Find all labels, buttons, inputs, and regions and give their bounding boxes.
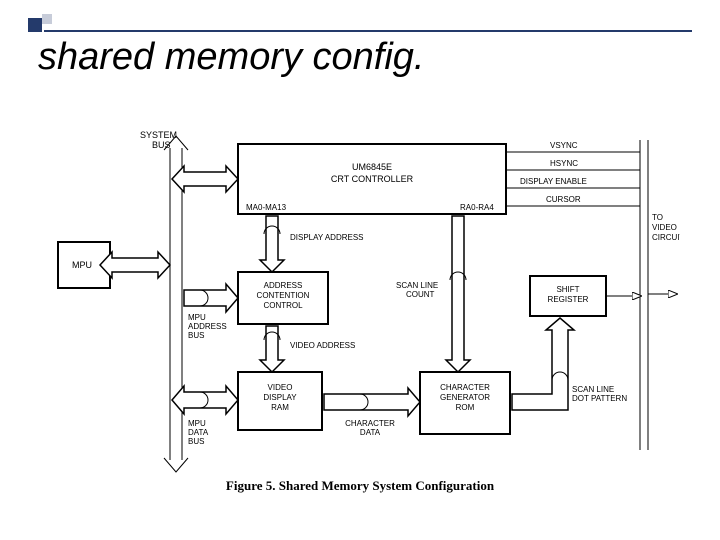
svg-text:SCAN LINECOUNT: SCAN LINECOUNT [396,281,438,299]
arrow-character-data: CHARACTERDATA [324,388,420,437]
crt-controller-block: UM6845E CRT CONTROLLER MA0-MA13 RA0-RA4 [238,144,506,214]
video-ram-block: VIDEODISPLAYRAM [238,372,322,430]
figure-caption: Figure 5. Shared Memory System Configura… [0,478,720,494]
shift-register-block: SHIFTREGISTER [530,276,606,316]
arrow-scan-line-count: SCAN LINECOUNT [396,216,470,372]
svg-text:SCAN LINEDOT PATTERN: SCAN LINEDOT PATTERN [572,385,627,403]
label-crt-2: CRT CONTROLLER [331,174,414,184]
label-mpu: MPU [72,260,92,270]
label-system-bus-1: SYSTEM [140,130,177,140]
addr-contention-block: ADDRESSCONTENTIONCONTROL [238,272,328,324]
label-vsync: VSYNC [550,141,578,150]
svg-text:SYSTEMBUS: SYSTEMBUS [140,130,177,150]
title-divider [44,30,692,32]
svg-text:MPUDATABUS: MPUDATABUS [188,419,209,446]
arrow-video-address: VIDEO ADDRESS [260,326,355,372]
block-diagram: SYSTEMBUS MPU UM6845E CRT CONTROLLER MA0… [40,130,680,490]
label-display-address: DISPLAY ADDRESS [290,233,364,242]
char-gen-block: CHARACTERGENERATORROM [420,372,510,434]
label-ma: MA0-MA13 [246,203,287,212]
svg-text:MPUADDRESSBUS: MPUADDRESSBUS [188,313,227,340]
svg-text:TOVIDEOCIRCUITS: TOVIDEOCIRCUITS [652,213,680,242]
label-crt-1: UM6845E [352,162,392,172]
arrow-mpu-bus [100,252,170,278]
arrow-scan-line-dot: SCAN LINEDOT PATTERN [512,318,627,410]
label-video-address: VIDEO ADDRESS [290,341,355,350]
label-cursor: CURSOR [546,195,581,204]
label-de: DISPLAY ENABLE [520,177,587,186]
arrow-display-address: DISPLAY ADDRESS [260,216,364,272]
svg-text:ADDRESSCONTENTIONCONTROL: ADDRESSCONTENTIONCONTROL [257,281,310,310]
label-hsync: HSYNC [550,159,578,168]
page-title: shared memory config. [38,36,425,79]
label-system-bus-2: BUS [152,140,171,150]
arrow-mpu-addr: MPUADDRESSBUS [184,284,238,340]
label-ra: RA0-RA4 [460,203,494,212]
svg-text:CHARACTERDATA: CHARACTERDATA [345,419,395,437]
arrow-bus-crt [172,166,238,192]
